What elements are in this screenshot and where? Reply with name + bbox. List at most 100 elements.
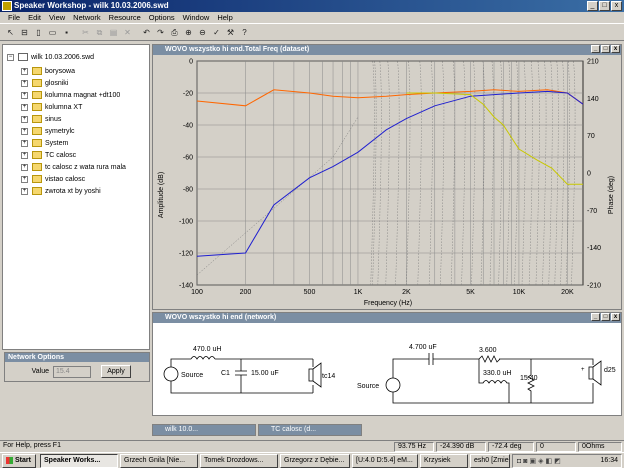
tree-item[interactable]: + TC calosc	[21, 149, 76, 161]
menu-network[interactable]: Network	[69, 12, 105, 23]
value-input[interactable]	[53, 365, 91, 378]
minimized-window[interactable]: TC calosc (d...	[258, 424, 362, 436]
tree-item[interactable]: + symetrylc	[21, 125, 75, 137]
tree-item-label: vistao calosc	[45, 175, 86, 183]
expand-icon[interactable]: +	[21, 115, 28, 123]
folder-icon	[32, 79, 42, 87]
copy-icon[interactable]: ⧉	[93, 26, 106, 39]
capacitor-symbol[interactable]	[235, 359, 247, 393]
capacitor-symbol[interactable]	[428, 353, 434, 365]
frequency-response-chart: Amplitude (dB) Phase (deg) Frequency (Hz…	[153, 55, 621, 309]
y2-tick-label: 140	[587, 96, 599, 103]
check-icon[interactable]: ✓	[210, 26, 223, 39]
menu-resource[interactable]: Resource	[105, 12, 145, 23]
task-button[interactable]: Grzech Gnila [Nie...	[120, 454, 198, 468]
expand-icon[interactable]: +	[21, 163, 28, 171]
task-button[interactable]: Krzysiek	[420, 454, 468, 468]
collapse-icon[interactable]: −	[7, 53, 14, 61]
menu-edit[interactable]: Edit	[24, 12, 45, 23]
select-icon[interactable]: ↖	[4, 26, 17, 39]
network-window-titlebar: WOVO wszystko hi end (network) _ □ x	[153, 313, 621, 323]
task-button[interactable]: Tomek Drozdows...	[200, 454, 278, 468]
print-icon[interactable]: ⎙	[168, 26, 181, 39]
maximize-button[interactable]: □	[599, 1, 610, 11]
status-help: For Help, press F1	[3, 442, 61, 449]
open-icon[interactable]: ▭	[46, 26, 59, 39]
expand-icon[interactable]: +	[21, 187, 28, 195]
tree-item-label: TC calosc	[45, 151, 77, 159]
network-window-controls: _ □ x	[591, 313, 620, 321]
new-icon[interactable]: ▯	[32, 26, 45, 39]
minimize-button[interactable]: _	[591, 313, 600, 321]
tree-item[interactable]: + tc calosc z wata rura mala	[21, 161, 126, 173]
menu-help[interactable]: Help	[213, 12, 236, 23]
tree-item[interactable]: + vistao calosc	[21, 173, 85, 185]
tree-item[interactable]: + kolumna magnat +dt100	[21, 89, 120, 101]
wrench-icon[interactable]: ⚒	[224, 26, 237, 39]
expand-icon[interactable]: +	[21, 175, 28, 183]
menu-file[interactable]: File	[4, 12, 24, 23]
task-button[interactable]: Grzegorz z Dębie...	[280, 454, 350, 468]
tree-item-label: zwrota xt by yoshi	[45, 187, 101, 195]
maximize-button[interactable]: □	[601, 45, 610, 53]
tree-root[interactable]: − wilk 10.03.2006.swd	[7, 51, 94, 63]
expand-icon[interactable]: +	[21, 103, 28, 111]
tree-item[interactable]: + glosniki	[21, 77, 68, 89]
save-icon[interactable]: ▪	[60, 26, 73, 39]
inductor-label: 470.0 uH	[193, 346, 221, 353]
y2-tick-label: -140	[587, 245, 601, 252]
menu-view[interactable]: View	[45, 12, 69, 23]
task-button[interactable]: esh0 [Zmienia...	[470, 454, 510, 468]
minimize-button[interactable]: _	[587, 1, 598, 11]
maximize-button[interactable]: □	[601, 313, 610, 321]
tree-item-label: kolumna magnat +dt100	[45, 91, 121, 99]
tree-item[interactable]: + System	[21, 137, 68, 149]
zoom-out-icon[interactable]: ⊖	[196, 26, 209, 39]
delete-icon[interactable]: ✕	[121, 26, 134, 39]
menu-options[interactable]: Options	[145, 12, 179, 23]
expand-icon[interactable]: +	[21, 79, 28, 87]
x-tick-label: 10K	[513, 289, 526, 296]
document-tree: − wilk 10.03.2006.swd + borysowa + glosnik…	[2, 44, 150, 350]
expand-icon[interactable]: +	[21, 67, 28, 75]
start-button[interactable]: Start	[2, 454, 36, 468]
help-icon[interactable]: ?	[238, 26, 251, 39]
tree-item[interactable]: + sinus	[21, 113, 61, 125]
app-icon[interactable]	[2, 1, 12, 11]
wire	[170, 358, 191, 367]
cut-icon[interactable]: ✂	[79, 26, 92, 39]
y2-tick-label: 0	[587, 171, 591, 178]
tree-icon[interactable]: ⊟	[18, 26, 31, 39]
inductor-symbol[interactable]	[478, 359, 510, 403]
redo-icon[interactable]: ↷	[154, 26, 167, 39]
expand-icon[interactable]: +	[21, 151, 28, 159]
task-button[interactable]: Speaker Works...	[40, 454, 118, 468]
folder-icon	[32, 103, 42, 111]
minimized-window[interactable]: wilk 10.0...	[152, 424, 256, 436]
close-button[interactable]: x	[611, 1, 622, 11]
resistor-label: 3.600	[479, 347, 497, 354]
clock: 16:34	[600, 457, 618, 464]
tree-item-label: glosniki	[45, 79, 69, 87]
menu-window[interactable]: Window	[179, 12, 214, 23]
task-button[interactable]: [U:4.0 D:5.4] eM...	[352, 454, 418, 468]
expand-icon[interactable]: +	[21, 91, 28, 99]
status-zero: 0	[536, 442, 576, 452]
close-button[interactable]: x	[611, 45, 620, 53]
x-tick-label: 500	[304, 289, 316, 296]
tree-item-label: sinus	[45, 115, 62, 123]
zoom-in-icon[interactable]: ⊕	[182, 26, 195, 39]
minimize-button[interactable]: _	[591, 45, 600, 53]
paste-icon[interactable]: ▤	[107, 26, 120, 39]
close-button[interactable]: x	[611, 313, 620, 321]
inductor-symbol[interactable]	[190, 356, 216, 360]
taskbar: Start Speaker Works... Grzech Gnila [Nie…	[0, 452, 624, 468]
tree-item[interactable]: + zwrota xt by yoshi	[21, 185, 101, 197]
tree-item[interactable]: + borysowa	[21, 65, 75, 77]
apply-button[interactable]: Apply	[101, 365, 131, 378]
expand-icon[interactable]: +	[21, 127, 28, 135]
undo-icon[interactable]: ↶	[140, 26, 153, 39]
resistor-symbol[interactable]	[478, 355, 501, 363]
expand-icon[interactable]: +	[21, 139, 28, 147]
tree-item[interactable]: + kolumna XT	[21, 101, 82, 113]
